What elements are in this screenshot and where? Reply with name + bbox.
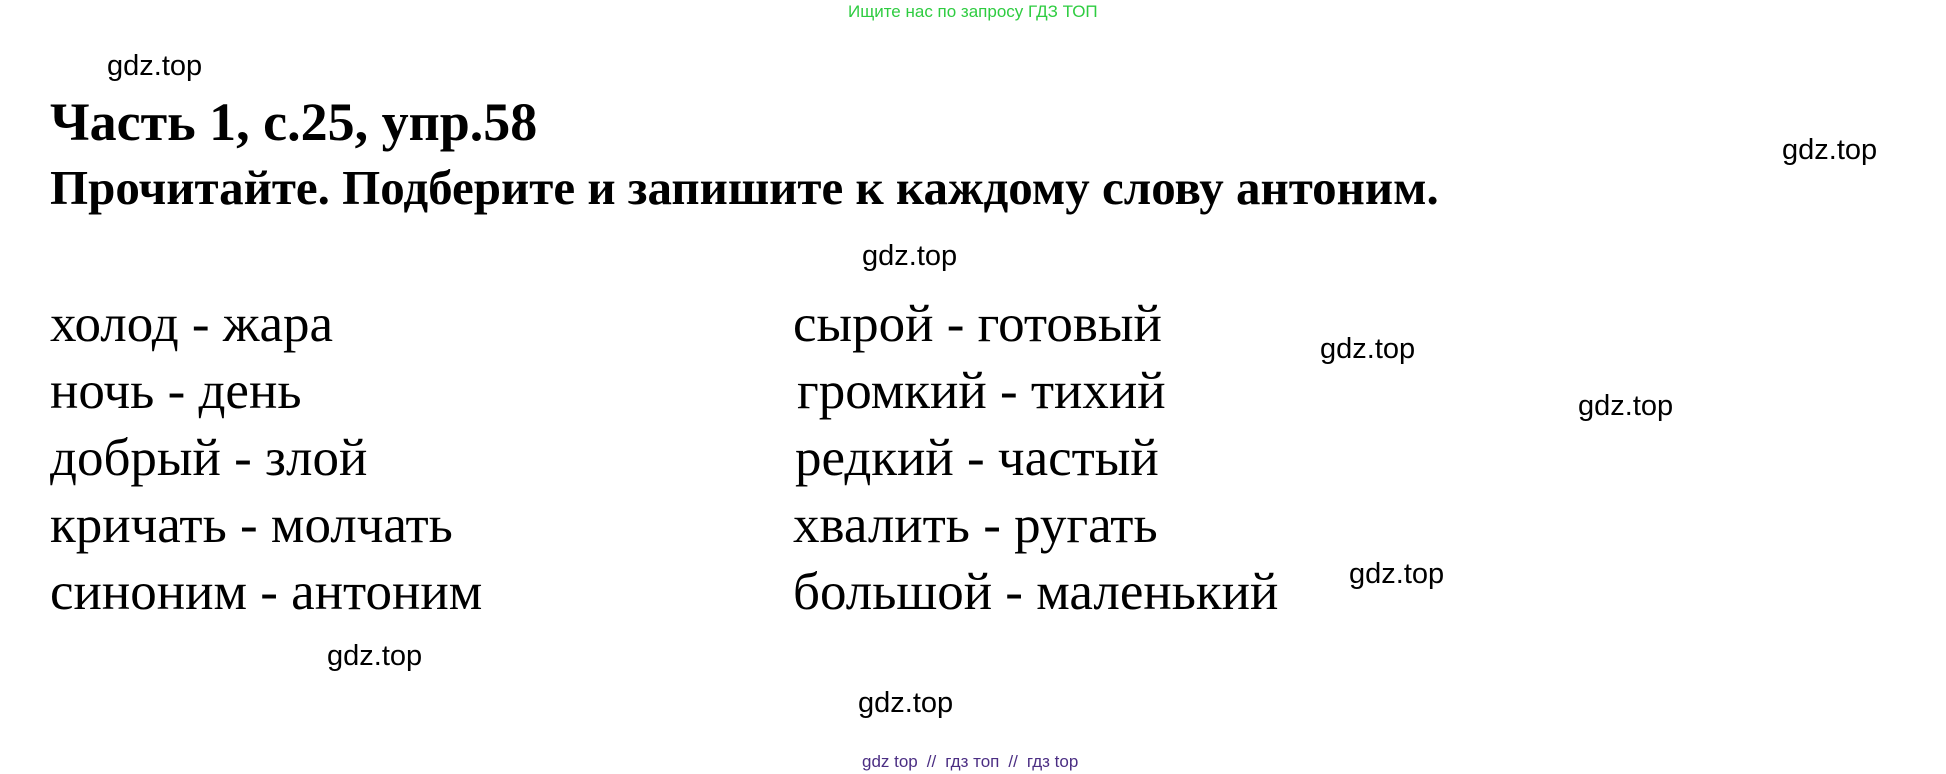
antonym-pair-right: редкий - частый bbox=[795, 429, 1159, 487]
exercise-instruction: Прочитайте. Подберите и запишите к каждо… bbox=[50, 160, 1439, 215]
antonym-pair-right: громкий - тихий bbox=[797, 362, 1166, 420]
watermark: gdz.top bbox=[1320, 333, 1416, 365]
top-banner: Ищите нас по запросу ГДЗ ТОП bbox=[848, 2, 1098, 21]
watermark: gdz.top bbox=[858, 687, 954, 719]
antonym-pair-left: кричать - молчать bbox=[50, 496, 453, 554]
antonym-pair-left: ночь - день bbox=[50, 362, 302, 420]
watermark: gdz.top bbox=[107, 50, 203, 82]
watermark: gdz.top bbox=[1782, 134, 1878, 166]
antonym-pair-left: добрый - злой bbox=[50, 429, 368, 487]
footer-link[interactable]: gdz top bbox=[862, 752, 918, 771]
footer-separator: // bbox=[926, 752, 937, 771]
footer-link[interactable]: гдз топ bbox=[945, 752, 999, 771]
watermark: gdz.top bbox=[1349, 558, 1445, 590]
antonym-pair-right: большой - маленький bbox=[793, 563, 1279, 621]
antonym-pair-left: холод - жара bbox=[50, 295, 333, 353]
watermark: gdz.top bbox=[862, 240, 958, 272]
antonym-pair-left: синоним - антоним bbox=[50, 563, 483, 621]
footer-separator: // bbox=[1008, 752, 1018, 771]
footer-links: gdz top // гдз топ // гдз top bbox=[862, 752, 1078, 772]
watermark: gdz.top bbox=[327, 640, 423, 672]
page-title: Часть 1, с.25, упр.58 bbox=[50, 92, 538, 152]
antonym-pair-right: хвалить - ругать bbox=[793, 496, 1158, 554]
footer-link[interactable]: гдз top bbox=[1027, 752, 1079, 771]
watermark: gdz.top bbox=[1578, 390, 1674, 422]
antonym-pair-right: сырой - готовый bbox=[793, 295, 1162, 353]
